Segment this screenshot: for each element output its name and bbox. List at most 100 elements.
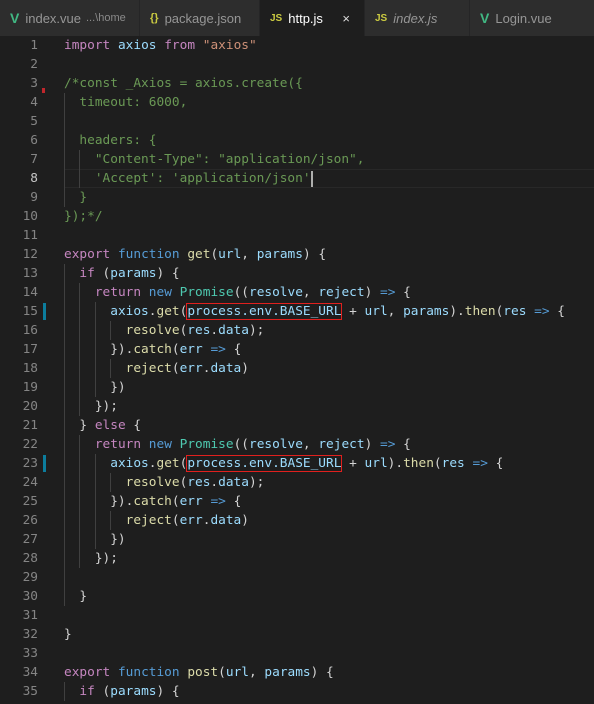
identifier: err <box>179 494 203 509</box>
comment: headers: { <box>64 133 157 148</box>
tab-login-vue[interactable]: V Login.vue <box>470 0 594 36</box>
class-name: Promise <box>179 285 234 300</box>
json-icon: {} <box>150 12 159 24</box>
line-number: 32 <box>22 627 38 642</box>
function-name: get <box>156 304 180 319</box>
tab-package-json[interactable]: {} package.json <box>140 0 260 36</box>
code-line: 15 axios.get(process.env.BASE_URL + url,… <box>0 302 594 321</box>
identifier: url <box>364 456 388 471</box>
line-number: 20 <box>22 399 38 414</box>
code-text: }); <box>64 397 118 416</box>
identifier: data <box>218 323 249 338</box>
code-text: export function post(url, params) { <box>64 663 334 682</box>
identifier: resolve <box>248 437 303 452</box>
identifier: params <box>110 266 157 281</box>
identifier: res <box>503 304 527 319</box>
code-text: } <box>64 188 87 207</box>
line-number: 10 <box>22 209 38 224</box>
function-name: post <box>187 665 219 680</box>
string: "axios" <box>202 38 257 53</box>
punctuation: ( <box>171 494 180 509</box>
code-line: 20 }); <box>0 397 594 416</box>
punctuation: }) <box>64 380 126 395</box>
identifier: url <box>225 665 249 680</box>
code-line: 10});*/ <box>0 207 594 226</box>
code-line: 13 if (params) { <box>0 264 594 283</box>
punctuation: { <box>395 437 411 452</box>
highlighted-expression: process.env.BASE_URL <box>186 303 343 320</box>
code-line: 4 timeout: 6000, <box>0 93 594 112</box>
js-icon: JS <box>375 12 388 24</box>
punctuation: ) { <box>302 247 327 262</box>
punctuation: ( <box>171 361 180 376</box>
function-name: resolve <box>125 323 180 338</box>
code-line: 31 <box>0 606 594 625</box>
code-line: 34 export function post(url, params) { <box>0 663 594 682</box>
line-number: 18 <box>22 361 38 376</box>
identifier: params <box>110 684 157 699</box>
close-icon[interactable]: × <box>342 11 350 26</box>
line-number: 27 <box>22 532 38 547</box>
punctuation: + <box>341 456 365 471</box>
identifier: params <box>403 304 450 319</box>
keyword: else <box>94 418 126 433</box>
code-line: 18 reject(err.data) <box>0 359 594 378</box>
keyword: import <box>64 38 111 53</box>
code-text: } <box>64 587 87 606</box>
line-number: 21 <box>22 418 38 433</box>
punctuation: ( <box>433 456 442 471</box>
punctuation <box>64 475 126 490</box>
code-line: 30 } <box>0 587 594 606</box>
code-text: reject(err.data) <box>64 511 249 530</box>
punctuation: ) <box>241 513 249 528</box>
line-number: 29 <box>22 570 38 585</box>
tab-label: index.js <box>393 10 438 26</box>
identifier: res <box>187 475 211 490</box>
code-text: import axios from "axios" <box>64 36 257 55</box>
punctuation: { <box>125 418 142 433</box>
punctuation: , <box>387 304 404 319</box>
line-number: 14 <box>22 285 38 300</box>
punctuation <box>64 285 95 300</box>
tab-http-js[interactable]: JS http.js × <box>260 0 365 36</box>
function-name: reject <box>125 513 172 528</box>
punctuation: ); <box>248 475 265 490</box>
identifier: err <box>179 342 203 357</box>
line-number: 31 <box>22 608 38 623</box>
code-text: axios.get(process.env.BASE_URL + url, pa… <box>64 302 565 321</box>
comment: } <box>64 190 88 205</box>
punctuation: ( <box>94 266 111 281</box>
line-number: 5 <box>30 114 38 129</box>
keyword: export <box>64 665 111 680</box>
code-line: 21 } else { <box>0 416 594 435</box>
punctuation <box>64 304 110 319</box>
line-number: 13 <box>22 266 38 281</box>
line-number: 16 <box>22 323 38 338</box>
punctuation <box>64 323 126 338</box>
storage-keyword: function <box>117 247 180 262</box>
tab-index-vue[interactable]: Vindex.vue ...\home <box>0 0 140 36</box>
punctuation <box>110 38 118 53</box>
punctuation: { <box>395 285 411 300</box>
code-text: timeout: 6000, <box>64 93 187 112</box>
tab-index-js[interactable]: JS index.js <box>365 0 470 36</box>
code-text: }).catch(err => { <box>64 340 241 359</box>
punctuation: , <box>241 247 257 262</box>
indent-guide <box>64 568 65 587</box>
line-number: 8 <box>30 171 38 186</box>
line-number: 23 <box>22 456 38 471</box>
code-line: 7 "Content-Type": "application/json", <box>0 150 594 169</box>
identifier: reject <box>318 285 365 300</box>
vue-icon: V <box>10 10 20 26</box>
punctuation: ( <box>171 513 180 528</box>
code-text: "Content-Type": "application/json", <box>64 150 365 169</box>
code-line: 14 return new Promise((resolve, reject) … <box>0 283 594 302</box>
line-number: 24 <box>22 475 38 490</box>
punctuation <box>141 437 149 452</box>
comment: timeout: 6000, <box>64 95 188 110</box>
line-number: 3 <box>30 76 38 91</box>
punctuation: ) <box>364 437 380 452</box>
identifier: axios <box>110 456 149 471</box>
code-editor[interactable]: 1 import axios from "axios" 2 3/*const _Axi… <box>0 36 594 704</box>
punctuation <box>172 437 180 452</box>
